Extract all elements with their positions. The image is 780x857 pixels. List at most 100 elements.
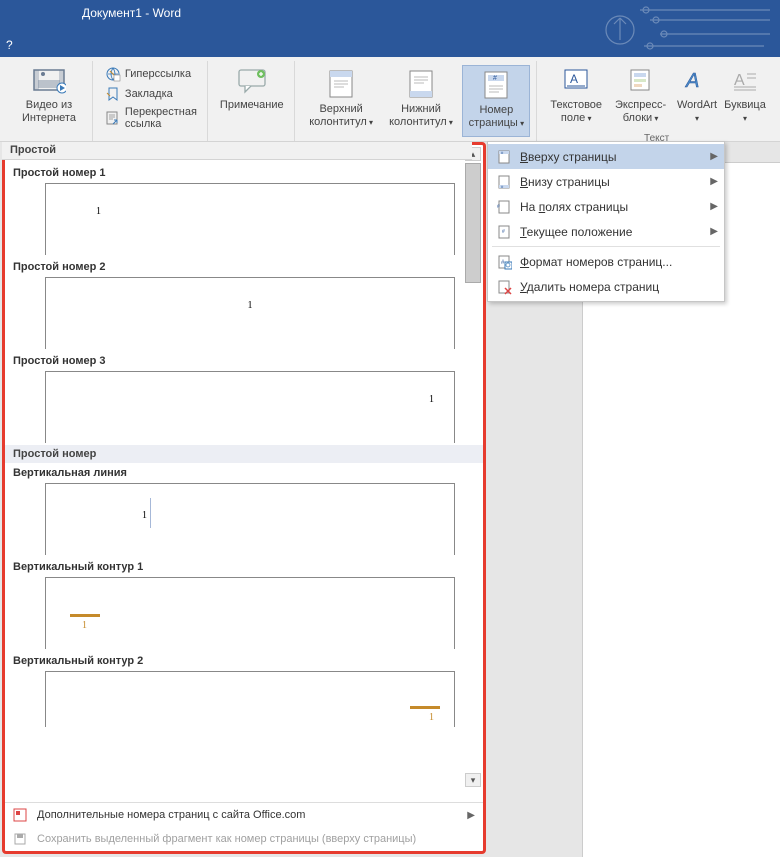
textbox-button[interactable]: A Текстовое поле ▾ [545,61,607,133]
comment-icon [235,63,269,97]
svg-text:#: # [493,75,497,82]
wordart-label: WordArt▾ [677,99,717,125]
bookmark-label: Закладка [125,88,173,100]
page-margins-icon: # [494,199,514,215]
preview-accent [410,706,440,709]
more-label: Дополнительные номера страниц с сайта Of… [37,809,305,821]
gallery-section-header: Простой номер [5,445,483,463]
format-icon: # [494,254,514,270]
save-selection-button: Cохранить выделенный фрагмент как номер … [5,827,483,851]
hyperlink-button[interactable]: Гиперссылка [101,65,201,83]
gallery-item[interactable]: Вертикальная линия 1 [5,463,483,557]
preview-vline [150,498,151,528]
gallery-scrollbar[interactable]: ▴ ▾ [465,147,481,787]
footer-icon [407,67,435,101]
preview-pagenumber: 1 [429,394,434,405]
menu-current-position[interactable]: # Текущее положение ▶ [488,219,724,244]
wordart-button[interactable]: A WordArt▾ [674,61,720,133]
crossref-icon [105,110,121,126]
gallery-item[interactable]: Вертикальный контур 1 1 [5,557,483,651]
gallery-item-name: Простой номер 3 [13,355,475,367]
ribbon-group-headerfooter: Верхний колонтитул ▾ Нижний колонтитул ▾… [297,61,538,141]
menu-remove-label: Удалить номера страниц [520,280,659,294]
dropcap-label: Буквица▾ [724,99,766,125]
menu-margins-label: На полях страницы [520,200,628,214]
online-video-button[interactable]: Видео из Интернета [12,61,86,133]
dropcap-icon: A [731,63,759,97]
ribbon: Видео из Интернета Гиперссылка Закладка … [0,57,780,142]
gallery-preview: 1 [45,277,455,349]
gallery-footer: Дополнительные номера страниц с сайта Of… [5,802,483,851]
quickparts-label: Экспресс-блоки ▾ [613,99,668,125]
footer-button[interactable]: Нижний колонтитул ▾ [384,65,459,137]
gallery-item[interactable]: Вертикальный контур 2 1 [5,651,483,729]
pagenumber-menu: # Вверху страницы ▶ # Внизу страницы ▶ #… [487,141,725,302]
textbox-label: Текстовое поле ▾ [549,99,603,125]
title-decoration [580,0,780,57]
gallery-item[interactable]: Простой номер 3 1 [5,351,483,445]
preview-pagenumber: 1 [429,712,434,723]
hyperlink-icon [105,66,121,82]
gallery-item-name: Вертикальный контур 1 [13,561,475,573]
menu-bottom-of-page[interactable]: # Внизу страницы ▶ [488,169,724,194]
gallery-item-name: Простой номер 2 [13,261,475,273]
save-icon [13,832,31,846]
dropcap-button[interactable]: A Буквица▾ [722,61,768,133]
svg-text:A: A [734,72,745,89]
ribbon-group-text: A Текстовое поле ▾ Экспресс-блоки ▾ A Wo… [539,61,774,141]
pagenumber-label: Номер страницы ▾ [467,104,525,130]
online-video-label: Видео из Интернета [16,99,82,125]
bookmark-button[interactable]: Закладка [101,85,201,103]
gallery-preview: 1 [45,371,455,443]
preview-pagenumber: 1 [96,206,101,217]
help-button[interactable]: ? [0,38,13,52]
svg-text:#: # [502,229,505,235]
save-label: Cохранить выделенный фрагмент как номер … [37,833,416,845]
gallery-preview: 1 [45,483,455,555]
pagenumber-gallery: Простой номер 1 1 Простой номер 2 1 Прос… [2,142,486,854]
svg-text:A: A [570,72,578,86]
preview-pagenumber: 1 [142,510,147,521]
ribbon-group-media: Видео из Интернета [6,61,93,141]
menu-top-of-page[interactable]: # Вверху страницы ▶ [488,144,724,169]
svg-text:#: # [497,204,500,210]
quickparts-icon [627,63,655,97]
hyperlink-label: Гиперссылка [125,68,191,80]
gallery-item-name: Вертикальный контур 2 [13,655,475,667]
footer-label: Нижний колонтитул ▾ [388,103,455,129]
menu-format-label: Формат номеров страниц... [520,255,672,269]
film-icon [32,63,66,97]
submenu-arrow-icon: ▶ [710,226,718,237]
gallery-item-name: Простой номер 1 [13,167,475,179]
bookmark-icon [105,86,121,102]
page-top-icon: # [494,149,514,165]
crossref-button[interactable]: Перекрестная ссылка [101,105,201,131]
preview-pagenumber: 1 [248,300,253,311]
more-from-office-button[interactable]: Дополнительные номера страниц с сайта Of… [5,803,483,827]
quickparts-button[interactable]: Экспресс-блоки ▾ [609,61,672,133]
submenu-arrow-icon: ▶ [467,810,475,821]
title-bar: Документ1 - Word [0,0,780,57]
pagenumber-button[interactable]: # Номер страницы ▾ [462,65,530,137]
submenu-arrow-icon: ▶ [710,176,718,187]
scroll-down-button[interactable]: ▾ [465,773,481,787]
header-label: Верхний колонтитул ▾ [307,103,376,129]
menu-margins[interactable]: # На полях страницы ▶ [488,194,724,219]
gallery-preview: 1 [45,671,455,727]
comment-button[interactable]: Примечание [216,61,288,133]
gallery-item[interactable]: Простой номер 2 1 [5,257,483,351]
pagenumber-icon: # [482,68,510,102]
menu-remove-pagenums[interactable]: Удалить номера страниц [488,274,724,299]
comment-label: Примечание [220,99,284,112]
submenu-arrow-icon: ▶ [710,201,718,212]
svg-text:A: A [685,70,699,92]
gallery-item[interactable]: Простой номер 1 1 [5,163,483,257]
menu-format-pagenums[interactable]: # Формат номеров страниц... [488,249,724,274]
ribbon-group-comments: Примечание [210,61,295,141]
crossref-label: Перекрестная ссылка [125,106,197,130]
menu-bottom-label: Внизу страницы [520,175,610,189]
header-button[interactable]: Верхний колонтитул ▾ [303,65,380,137]
ribbon-group-links: Гиперссылка Закладка Перекрестная ссылка [95,61,208,141]
office-icon [13,808,31,822]
scroll-thumb[interactable] [465,163,481,283]
